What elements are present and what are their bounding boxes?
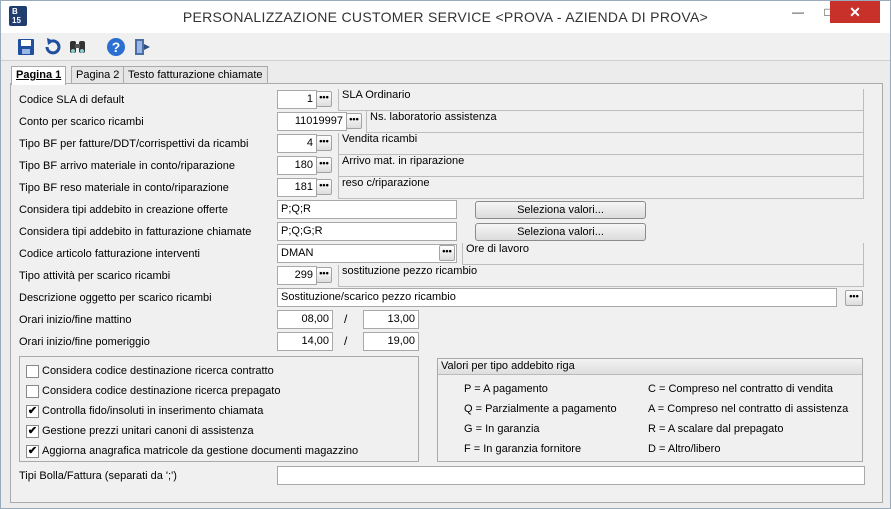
window: B 15 PERSONALIZZAZIONE CUSTOMER SERVICE <…	[0, 0, 891, 509]
conto-input[interactable]: 11019997	[277, 112, 347, 131]
bolla-label: Tipi Bolla/Fattura (separati da ';')	[19, 470, 177, 482]
attivita-input[interactable]: 299	[277, 266, 317, 285]
bf-reso-lookup-button[interactable]: •••	[316, 179, 332, 195]
seleziona-valori-fatt-button[interactable]: Seleziona valori...	[475, 223, 646, 241]
bf-arrivo-input[interactable]: 180	[277, 156, 317, 175]
checkbox-label: Controlla fido/insoluti in inserimento c…	[42, 405, 264, 417]
conto-description: Ns. laboratorio assistenza	[366, 111, 864, 133]
articolo-lookup-button[interactable]: •••	[439, 245, 455, 261]
legend-title: Valori per tipo addebito riga	[438, 359, 862, 375]
bf-fatture-description: Vendita ricambi	[338, 133, 864, 155]
pomeriggio-separator: /	[344, 334, 348, 348]
checkbox-label: Aggiorna anagrafica matricole da gestion…	[42, 445, 359, 457]
bf-reso-label: Tipo BF reso materiale in conto/riparazi…	[19, 182, 229, 194]
checkbox-box[interactable]: ✔	[26, 445, 39, 458]
descrizione-label: Descrizione oggetto per scarico ricambi	[19, 292, 212, 304]
addebito-legend: Valori per tipo addebito riga P = A paga…	[437, 358, 863, 462]
legend-item: C = Compreso nel contratto di vendita	[648, 383, 833, 395]
bf-arrivo-description: Arrivo mat. in riparazione	[338, 155, 864, 177]
checkbox-label: Gestione prezzi unitari canoni di assist…	[42, 425, 254, 437]
articolo-input[interactable]: DMAN	[277, 244, 457, 263]
bf-reso-description: reso c/riparazione	[338, 177, 864, 199]
bolla-input[interactable]	[277, 466, 865, 485]
addebito-fatt-label: Considera tipi addebito in fatturazione …	[19, 226, 252, 238]
conto-lookup-button[interactable]: •••	[346, 113, 362, 129]
checkbox-label: Considera codice destinazione ricerca co…	[42, 365, 274, 377]
checkbox-destinazione-contratto[interactable]: Considera codice destinazione ricerca co…	[26, 365, 274, 378]
attivita-description: sostituzione pezzo ricambio	[338, 265, 864, 287]
legend-item: R = A scalare dal prepagato	[648, 423, 784, 435]
checkbox-destinazione-prepagato[interactable]: Considera codice destinazione ricerca pr…	[26, 385, 281, 398]
legend-item: P = A pagamento	[464, 383, 548, 395]
svg-text:?: ?	[112, 39, 121, 55]
articolo-label: Codice articolo fatturazione interventi	[19, 248, 200, 260]
mattino-from-input[interactable]: 08,00	[277, 310, 333, 329]
help-icon[interactable]: ?	[105, 36, 127, 58]
checkbox-controlla-fido[interactable]: ✔ Controlla fido/insoluti in inserimento…	[26, 405, 264, 418]
checkbox-aggiorna-matricole[interactable]: ✔ Aggiorna anagrafica matricole da gesti…	[26, 445, 359, 458]
window-title: PERSONALIZZAZIONE CUSTOMER SERVICE <PROV…	[182, 9, 709, 25]
tab-panel: Codice SLA di default 1 ••• SLA Ordinari…	[10, 83, 883, 503]
sla-description: SLA Ordinario	[338, 89, 864, 111]
descrizione-input[interactable]: Sostituzione/scarico pezzo ricambio	[277, 288, 837, 307]
mattino-separator: /	[344, 312, 348, 326]
checkbox-prezzi-canoni[interactable]: ✔ Gestione prezzi unitari canoni di assi…	[26, 425, 254, 438]
pomeriggio-from-input[interactable]: 14,00	[277, 332, 333, 351]
tab-pagina-2[interactable]: Pagina 2	[71, 66, 125, 84]
tab-pagina-1[interactable]: Pagina 1	[11, 66, 67, 85]
undo-icon[interactable]	[41, 36, 63, 58]
mattino-to-input[interactable]: 13,00	[363, 310, 419, 329]
bf-fatture-input[interactable]: 4	[277, 134, 317, 153]
sla-input[interactable]: 1	[277, 90, 317, 109]
checkbox-label: Considera codice destinazione ricerca pr…	[42, 385, 281, 397]
bf-arrivo-label: Tipo BF arrivo materiale in conto/ripara…	[19, 160, 236, 172]
checkbox-box[interactable]	[26, 365, 39, 378]
attivita-lookup-button[interactable]: •••	[316, 267, 332, 283]
sla-lookup-button[interactable]: •••	[316, 91, 332, 107]
checkbox-box[interactable]: ✔	[26, 405, 39, 418]
bf-fatture-label: Tipo BF per fatture/DDT/corrispettivi da…	[19, 138, 249, 150]
pomeriggio-to-input[interactable]: 19,00	[363, 332, 419, 351]
seleziona-valori-offerte-button[interactable]: Seleziona valori...	[475, 201, 646, 219]
addebito-offerte-label: Considera tipi addebito in creazione off…	[19, 204, 228, 216]
toolbar: ?	[1, 33, 890, 61]
close-button[interactable]: ✕	[830, 1, 880, 23]
mattino-label: Orari inizio/fine mattino	[19, 314, 132, 326]
exit-icon[interactable]	[131, 36, 153, 58]
addebito-offerte-input[interactable]: P;Q;R	[277, 200, 457, 219]
bf-arrivo-lookup-button[interactable]: •••	[316, 157, 332, 173]
legend-item: A = Compreso nel contratto di assistenza	[648, 403, 849, 415]
sla-label: Codice SLA di default	[19, 94, 125, 106]
title-bar: B 15 PERSONALIZZAZIONE CUSTOMER SERVICE <…	[1, 1, 890, 33]
minimize-button[interactable]: —	[783, 1, 813, 23]
legend-item: F = In garanzia fornitore	[464, 443, 582, 455]
bf-reso-input[interactable]: 181	[277, 178, 317, 197]
legend-item: Q = Parzialmente a pagamento	[464, 403, 617, 415]
conto-label: Conto per scarico ricambi	[19, 116, 144, 128]
find-icon[interactable]	[67, 36, 89, 58]
articolo-description: Ore di lavoro	[462, 243, 864, 265]
checkbox-box[interactable]	[26, 385, 39, 398]
attivita-label: Tipo attività per scarico ricambi	[19, 270, 171, 282]
options-group: Considera codice destinazione ricerca co…	[19, 356, 419, 462]
descrizione-lookup-button[interactable]: •••	[845, 290, 863, 306]
legend-item: D = Altro/libero	[648, 443, 721, 455]
tab-testo-fatturazione[interactable]: Testo fatturazione chiamate	[123, 66, 268, 84]
addebito-fatt-input[interactable]: P;Q;G;R	[277, 222, 457, 241]
bf-fatture-lookup-button[interactable]: •••	[316, 135, 332, 151]
save-icon[interactable]	[15, 36, 37, 58]
checkbox-box[interactable]: ✔	[26, 425, 39, 438]
legend-item: G = In garanzia	[464, 423, 540, 435]
pomeriggio-label: Orari inizio/fine pomeriggio	[19, 336, 150, 348]
